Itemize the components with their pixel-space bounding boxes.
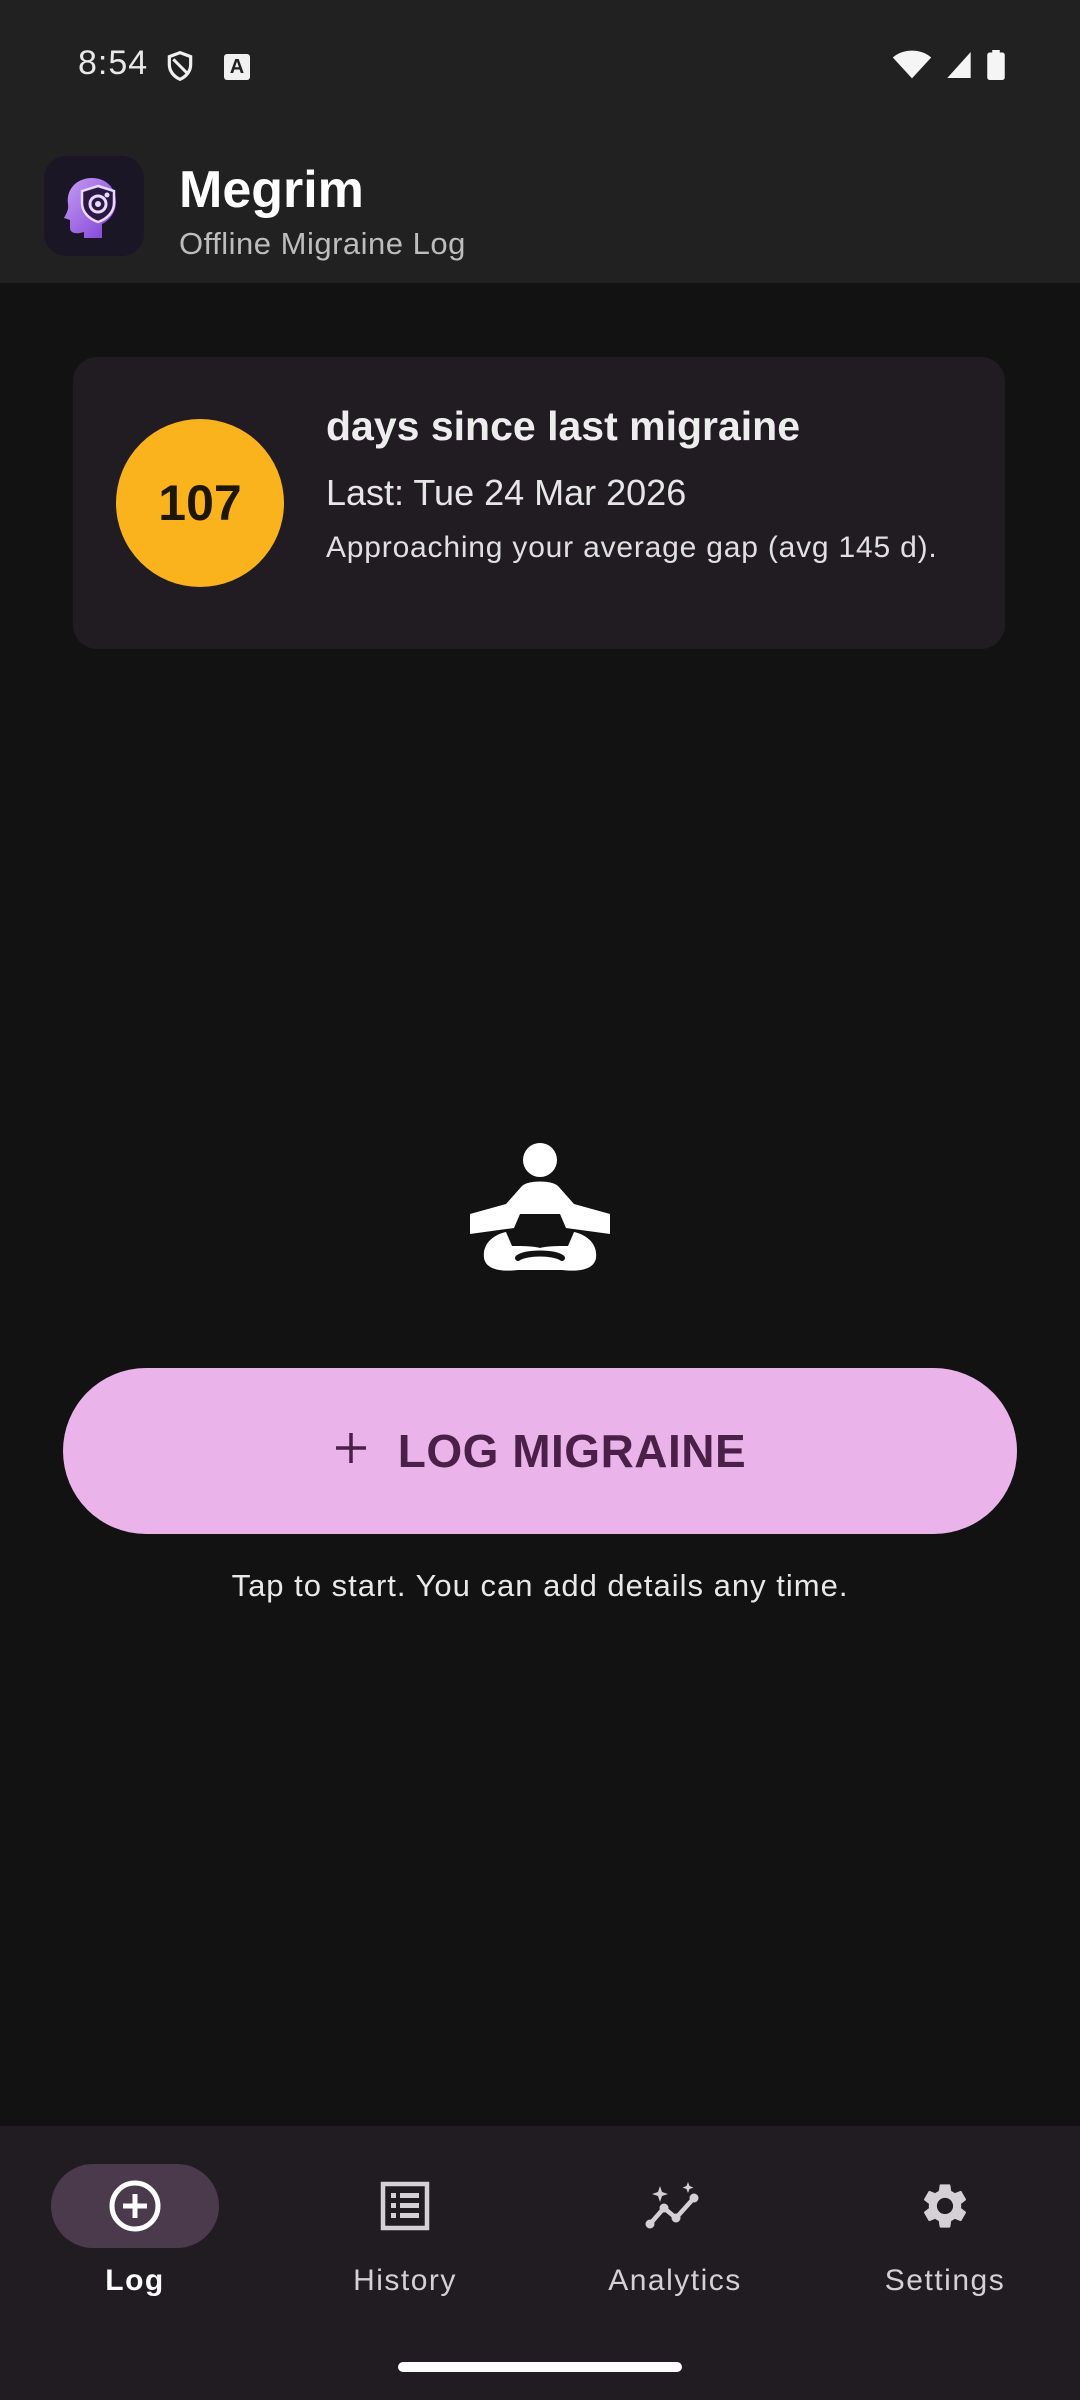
gear-icon [923, 2184, 967, 2228]
a-badge-icon: A [224, 54, 250, 80]
last-migraine-date: Last: Tue 24 Mar 2026 [326, 472, 687, 513]
app-title: Megrim [179, 161, 364, 219]
status-right-icons [892, 50, 1006, 80]
log-hint-text: Tap to start. You can add details any ti… [231, 1568, 849, 1603]
app-subtitle: Offline Migraine Log [179, 226, 466, 261]
log-migraine-button[interactable]: LOG MIGRAINE [63, 1368, 1017, 1534]
plus-icon [334, 1422, 368, 1474]
nav-label-analytics: Analytics [608, 2264, 742, 2297]
streak-heading: days since last migraine [326, 403, 801, 449]
head-shield-icon [44, 156, 144, 256]
wifi-icon [892, 50, 932, 79]
nav-active-indicator [51, 2164, 219, 2248]
nav-item-log[interactable]: Log [0, 2164, 270, 2314]
list-icon [380, 2181, 430, 2231]
nav-item-history[interactable]: History [270, 2164, 540, 2314]
nav-item-analytics[interactable]: Analytics [540, 2164, 810, 2314]
battery-icon [987, 50, 1005, 80]
nav-label-settings: Settings [884, 2264, 1006, 2297]
average-gap-note: Approaching your average gap (avg 145 d)… [326, 531, 938, 564]
home-indicator[interactable] [398, 2362, 682, 2372]
nav-icon-wrap [861, 2164, 1029, 2248]
nav-label-log: Log [105, 2264, 165, 2297]
status-time: 8:54 [78, 46, 149, 80]
status-bar: 8:54 A [0, 0, 1080, 90]
streak-card: 107 days since last migraine Last: Tue 2… [73, 357, 1005, 649]
shield-icon [167, 50, 193, 82]
nav-icon-wrap [321, 2164, 489, 2248]
meditation-icon [470, 1143, 610, 1271]
add-circle-icon [109, 2180, 161, 2232]
nav-label-history: History [353, 2264, 457, 2297]
nav-item-settings[interactable]: Settings [810, 2164, 1080, 2314]
bottom-nav: Log History Analytics Settings [0, 2126, 1080, 2400]
insights-icon [645, 2182, 699, 2229]
days-counter-badge: 107 [116, 419, 284, 587]
nav-icon-wrap [591, 2164, 759, 2248]
cell-signal-icon [947, 52, 971, 78]
app-bar: Megrim Offline Migraine Log [0, 90, 1080, 283]
log-migraine-label: LOG MIGRAINE [397, 1425, 747, 1477]
